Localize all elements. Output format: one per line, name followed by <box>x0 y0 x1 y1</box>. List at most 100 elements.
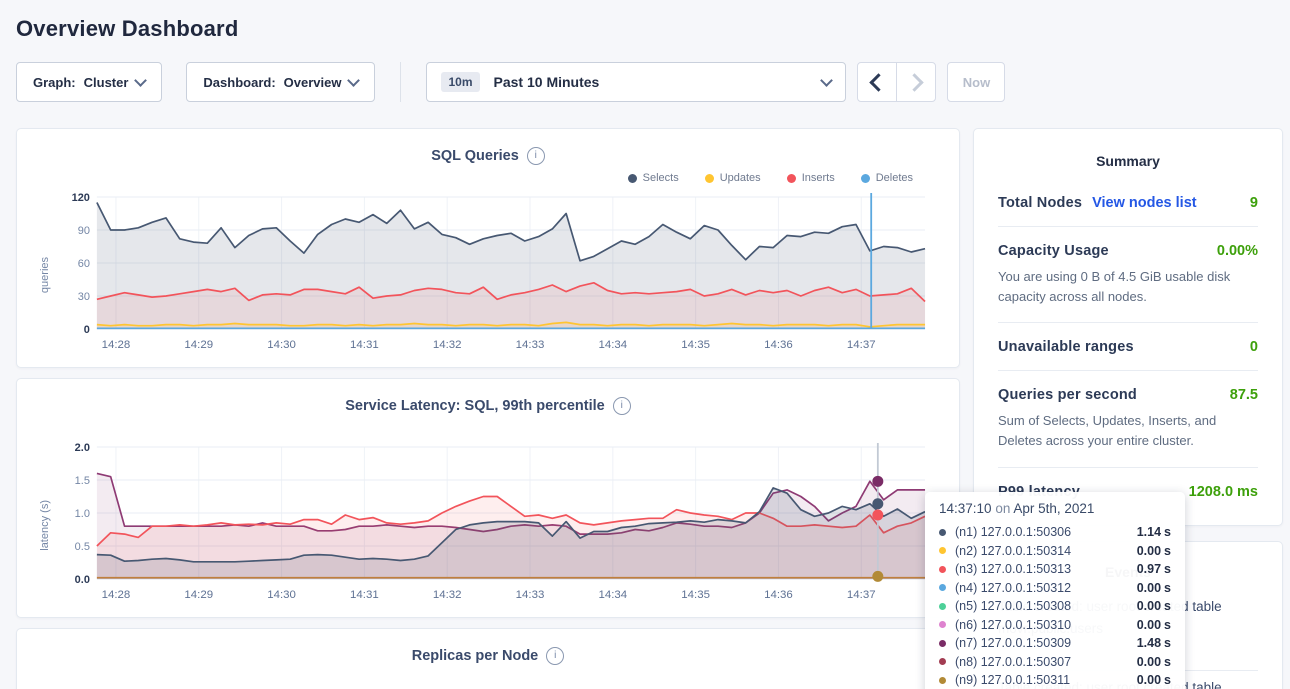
info-icon[interactable] <box>546 647 564 665</box>
svg-text:14:32: 14:32 <box>433 339 462 351</box>
tooltip-row: (n5) 127.0.0.1:503080.00s <box>939 597 1171 616</box>
sql-queries-title: SQL Queries <box>431 148 519 164</box>
sql-queries-chart[interactable]: 14:28 14:29 14:30 14:31 14:32 14:33 14:34 14:35… <box>53 189 939 361</box>
svg-text:14:30: 14:30 <box>267 589 296 601</box>
capacity-usage-description: You are using 0 B of 4.5 GiB usable disk… <box>998 267 1258 307</box>
unavailable-ranges-label: Unavailable ranges <box>998 339 1134 355</box>
replicas-per-node-panel: Replicas per Node <box>16 628 960 689</box>
svg-text:30: 30 <box>78 291 90 303</box>
series-dot <box>939 640 946 647</box>
svg-text:14:37: 14:37 <box>847 339 876 351</box>
svg-text:14:34: 14:34 <box>598 339 627 351</box>
summary-row-queries-per-second: Queries per second 87.5 Sum of Selects, … <box>998 371 1258 467</box>
series-dot <box>939 584 946 591</box>
svg-text:0: 0 <box>84 324 90 336</box>
queries-per-second-label: Queries per second <box>998 387 1137 403</box>
svg-text:14:29: 14:29 <box>184 589 213 601</box>
svg-text:90: 90 <box>78 225 90 237</box>
time-range-selector[interactable]: 10m Past 10 Minutes <box>426 62 846 102</box>
time-next-button[interactable] <box>896 62 936 102</box>
svg-text:14:29: 14:29 <box>184 339 213 351</box>
total-nodes-label: Total Nodes <box>998 195 1082 211</box>
graph-dropdown[interactable]: Graph: Cluster <box>16 62 162 102</box>
tooltip-row: (n2) 127.0.0.1:503140.00s <box>939 542 1171 561</box>
dashboard-dropdown[interactable]: Dashboard: Overview <box>186 62 375 102</box>
overview-dashboard-page: Overview Dashboard Graph: Cluster Dashbo… <box>0 16 1290 689</box>
service-latency-chart[interactable]: 14:2814:2914:3014:3114:3214:3314:3414:35… <box>53 439 939 611</box>
unavailable-ranges-value: 0 <box>1250 339 1258 355</box>
time-prev-button[interactable] <box>857 62 897 102</box>
toolbar: Graph: Cluster Dashboard: Overview 10m P… <box>16 62 1290 102</box>
graph-dropdown-value: Cluster <box>84 75 129 90</box>
svg-text:14:31: 14:31 <box>350 339 379 351</box>
page-title: Overview Dashboard <box>16 16 1290 42</box>
view-nodes-list-link[interactable]: View nodes list <box>1092 195 1197 211</box>
dashboard-dropdown-label: Dashboard: <box>203 75 275 90</box>
legend-item-updates[interactable]: Updates <box>705 172 761 184</box>
summary-title: Summary <box>998 153 1258 169</box>
svg-text:14:34: 14:34 <box>598 589 627 601</box>
legend-dot <box>628 174 637 183</box>
tooltip-row: (n4) 127.0.0.1:503120.00s <box>939 579 1171 598</box>
legend-item-deletes[interactable]: Deletes <box>861 172 913 184</box>
svg-text:0.5: 0.5 <box>75 541 90 553</box>
svg-text:60: 60 <box>78 258 90 270</box>
summary-row-capacity-usage: Capacity Usage 0.00% You are using 0 B o… <box>998 227 1258 323</box>
series-dot <box>939 658 946 665</box>
tooltip-row: (n7) 127.0.0.1:503091.48s <box>939 634 1171 653</box>
p99-latency-value: 1208.0 ms <box>1189 484 1258 500</box>
queries-per-second-value: 87.5 <box>1230 387 1258 403</box>
svg-text:14:37: 14:37 <box>847 589 876 601</box>
svg-text:14:32: 14:32 <box>433 589 462 601</box>
legend-dot <box>787 174 796 183</box>
svg-text:14:35: 14:35 <box>681 589 710 601</box>
info-icon[interactable] <box>613 397 631 415</box>
legend-dot <box>861 174 870 183</box>
svg-text:14:30: 14:30 <box>267 339 296 351</box>
summary-row-total-nodes: Total Nodes View nodes list 9 <box>998 179 1258 227</box>
chevron-down-icon <box>821 74 834 87</box>
now-button[interactable]: Now <box>947 62 1005 102</box>
capacity-usage-label: Capacity Usage <box>998 243 1109 259</box>
tooltip-row: (n8) 127.0.0.1:503070.00s <box>939 653 1171 672</box>
chevron-left-icon <box>870 73 888 91</box>
time-range-label: Past 10 Minutes <box>494 74 823 90</box>
summary-row-unavailable-ranges: Unavailable ranges 0 <box>998 323 1258 371</box>
tooltip-row: (n1) 127.0.0.1:503061.14s <box>939 523 1171 542</box>
svg-text:14:31: 14:31 <box>350 589 379 601</box>
series-dot <box>939 529 946 536</box>
chevron-right-icon <box>906 73 924 91</box>
graph-dropdown-label: Graph: <box>33 75 76 90</box>
tooltip-row: (n6) 127.0.0.1:503100.00s <box>939 616 1171 635</box>
info-icon[interactable] <box>527 147 545 165</box>
legend-dot <box>705 174 714 183</box>
legend-item-selects[interactable]: Selects <box>628 172 679 184</box>
tooltip-row: (n9) 127.0.0.1:503110.00s <box>939 671 1171 689</box>
sql-queries-panel: SQL Queries Selects Updates Inserts Deletes… <box>16 128 960 368</box>
svg-text:14:28: 14:28 <box>102 339 131 351</box>
svg-text:14:35: 14:35 <box>681 339 710 351</box>
svg-text:14:33: 14:33 <box>516 589 545 601</box>
service-latency-title: Service Latency: SQL, 99th percentile <box>345 398 605 414</box>
chevron-down-icon <box>348 74 361 87</box>
sql-queries-legend: Selects Updates Inserts Deletes <box>37 167 939 189</box>
time-range-badge: 10m <box>441 72 479 92</box>
svg-text:14:36: 14:36 <box>764 589 793 601</box>
svg-text:1.0: 1.0 <box>75 508 90 520</box>
series-dot <box>939 603 946 610</box>
time-pager <box>857 62 936 102</box>
svg-text:14:33: 14:33 <box>516 339 545 351</box>
service-latency-panel: Service Latency: SQL, 99th percentile la… <box>16 378 960 618</box>
y-axis-label: queries <box>37 189 53 361</box>
charts-column: SQL Queries Selects Updates Inserts Deletes… <box>16 128 960 689</box>
toolbar-divider <box>400 62 401 102</box>
series-dot <box>939 566 946 573</box>
y-axis-label: latency (s) <box>37 439 53 611</box>
series-dot <box>939 677 946 684</box>
summary-panel: Summary Total Nodes View nodes list 9 Ca… <box>973 128 1283 526</box>
legend-item-inserts[interactable]: Inserts <box>787 172 835 184</box>
svg-text:14:36: 14:36 <box>764 339 793 351</box>
tooltip-row: (n3) 127.0.0.1:503130.97s <box>939 560 1171 579</box>
series-dot <box>939 547 946 554</box>
chevron-down-icon <box>135 74 148 87</box>
